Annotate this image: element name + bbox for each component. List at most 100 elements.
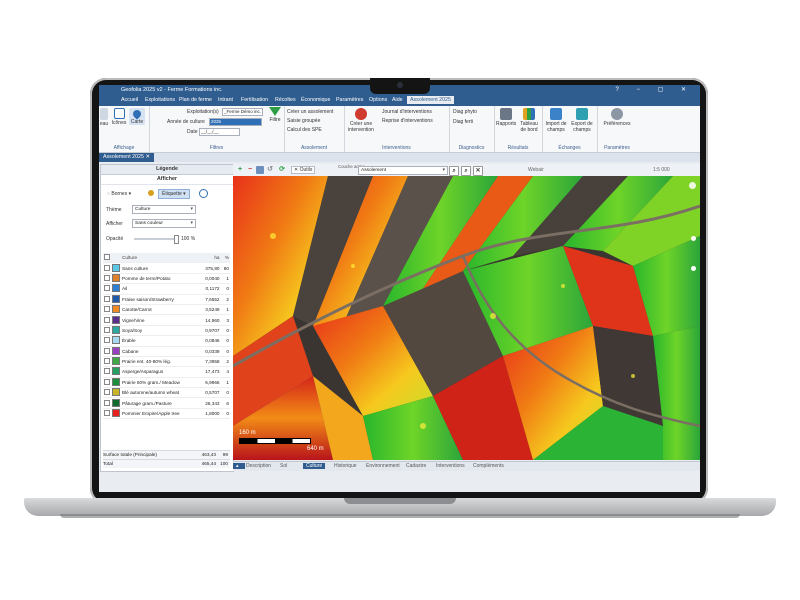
creer-intervention-button[interactable]: Créer une intervention (346, 108, 376, 133)
select-all-checkbox[interactable] (104, 254, 110, 261)
settings-icon[interactable] (199, 189, 208, 198)
menu-accueil[interactable]: Accueil (121, 97, 138, 103)
color-swatch[interactable] (112, 294, 120, 303)
row-checkbox[interactable] (104, 274, 110, 281)
tab-environnement[interactable]: Environnement (363, 463, 403, 469)
color-picker-icon[interactable] (148, 190, 154, 196)
color-swatch[interactable] (112, 284, 120, 293)
color-swatch[interactable] (112, 325, 120, 334)
color-swatch[interactable] (112, 377, 120, 386)
creer-assolement-button[interactable]: Créer un assolement (287, 109, 333, 115)
refresh-icon[interactable]: ⟳ (278, 166, 286, 174)
date-field[interactable]: __/__/__ (199, 128, 240, 136)
etiquette-toggle[interactable]: Étiquette ▾ (158, 189, 190, 199)
row-checkbox[interactable] (104, 368, 110, 375)
preferences-button[interactable]: Préférences (599, 108, 635, 127)
legend-row[interactable]: Pomme de terre/Potato 0,0040 1 (103, 273, 230, 285)
legend-row[interactable]: Asperge/Asparagus 17,473 4 (103, 366, 230, 378)
row-checkbox[interactable] (104, 326, 110, 333)
legend-row[interactable]: Prairie 60% gram./ Meadow 6,9966 1 (103, 377, 230, 389)
color-swatch[interactable] (112, 346, 120, 355)
legend-row[interactable]: Vigne/Vine 14,960 3 (103, 314, 230, 326)
tab-description[interactable]: Description (243, 463, 274, 469)
close-icon[interactable]: ✕ (473, 166, 483, 176)
color-swatch[interactable] (112, 357, 120, 366)
row-checkbox[interactable] (104, 337, 110, 344)
tab-sol[interactable]: Sol (277, 463, 290, 469)
menu-options[interactable]: Options (369, 97, 387, 103)
map-view[interactable]: 160 m 640 m (233, 176, 700, 460)
row-checkbox[interactable] (104, 295, 110, 302)
menu-parametres[interactable]: Paramètres (336, 97, 363, 103)
row-checkbox[interactable] (104, 285, 110, 292)
save-icon[interactable] (256, 166, 264, 174)
legend-row[interactable]: Sans culture 375,80 80 (103, 262, 230, 274)
row-checkbox[interactable] (104, 347, 110, 354)
color-swatch[interactable] (112, 398, 120, 407)
row-checkbox[interactable] (104, 264, 110, 271)
opacity-slider[interactable] (134, 238, 176, 240)
tab-complements[interactable]: Compléments (470, 463, 507, 469)
legend-row[interactable]: Pommier Empire/Apple tree 1,8000 0 (103, 408, 230, 420)
legend-row[interactable]: Érable 0,0846 0 (103, 335, 230, 347)
reprise-interventions-button[interactable]: Reprise d'interventions (382, 118, 433, 124)
color-swatch[interactable] (112, 273, 120, 282)
filter-button[interactable]: Filtre (267, 107, 283, 123)
legend-row[interactable]: Fraise saison/Strawberry 7,6552 2 (103, 294, 230, 305)
color-swatch[interactable] (112, 388, 120, 397)
color-swatch[interactable] (112, 263, 120, 272)
row-checkbox[interactable] (104, 358, 110, 365)
zoom-out-icon[interactable]: ⌕ (461, 166, 471, 176)
row-checkbox[interactable] (104, 389, 110, 396)
color-swatch[interactable] (112, 336, 120, 345)
col-culture-header[interactable]: Culture (121, 253, 200, 264)
compass-icon[interactable] (689, 182, 696, 189)
remove-icon[interactable]: − (246, 166, 254, 174)
menu-fertilisation[interactable]: Fertilisation (241, 97, 268, 103)
export-champs-button[interactable]: Export de champs (570, 108, 594, 133)
undo-icon[interactable]: ↺ (266, 166, 274, 174)
menu-plan-de-ferme[interactable]: Plan de ferme (179, 97, 212, 103)
menu-economique[interactable]: Économique (301, 97, 330, 103)
couche-select[interactable]: Assolement (358, 166, 448, 175)
legend-row[interactable]: Prairie ent. 40-80% lég. 7,3958 2 (103, 356, 230, 368)
color-swatch[interactable] (112, 367, 120, 376)
legend-row[interactable]: Pâturage gram./Pasture 26,343 6 (103, 397, 230, 409)
menu-aide[interactable]: Aide (392, 97, 403, 103)
legend-row[interactable]: Ail 0,1172 0 (103, 283, 230, 295)
menu-intrant[interactable]: Intrant (218, 97, 233, 103)
legend-row[interactable]: Carotte/Carrot 3,5249 1 (103, 304, 230, 316)
col-pct-header[interactable]: % (220, 253, 230, 264)
tab-assolement-2025[interactable]: Assolement 2025 ✕ (99, 153, 154, 162)
opacity-slider-handle[interactable] (174, 235, 179, 244)
zoom-in-icon[interactable]: ⌕ (449, 166, 459, 176)
bornes-toggle[interactable]: ◌ Bornes ▾ (107, 191, 131, 197)
row-checkbox[interactable] (104, 410, 110, 417)
zoom-control-icon[interactable] (691, 236, 696, 241)
row-checkbox[interactable] (104, 399, 110, 406)
calcul-spe-button[interactable]: Calcul des SPE (287, 127, 322, 133)
add-icon[interactable]: + (236, 166, 244, 174)
tab-culture[interactable]: Culture (303, 463, 326, 469)
map-view-button[interactable]: Carte (129, 108, 145, 125)
row-checkbox[interactable] (104, 316, 110, 323)
theme-select[interactable]: Culture (132, 205, 196, 214)
tab-historique[interactable]: Historique (331, 463, 360, 469)
ndvi-map[interactable] (233, 176, 700, 460)
locate-icon[interactable] (691, 266, 696, 271)
tab-cadastre[interactable]: Cadastre (403, 463, 429, 469)
afficher-select[interactable]: Sans couleur (132, 219, 196, 228)
legend-row[interactable]: Blé automne/autumn wheat 0,5707 0 (103, 387, 230, 399)
window-controls[interactable]: ? − ▢ ✕ (615, 86, 694, 93)
menu-exploitations[interactable]: Exploitations (145, 97, 175, 103)
rapports-button[interactable]: Rapports (496, 108, 516, 127)
journal-interventions-button[interactable]: Journal d'interventions (382, 109, 432, 115)
diag-phyto-button[interactable]: Diag phyto (453, 109, 477, 115)
legend-row[interactable]: Cabane 0,0339 0 (103, 346, 230, 357)
row-checkbox[interactable] (104, 306, 110, 313)
color-swatch[interactable] (112, 315, 120, 324)
menu-recoltes[interactable]: Récoltes (275, 97, 296, 103)
tableau-de-bord-button[interactable]: Tableau de bord (518, 108, 540, 133)
menu-assolement-2025[interactable]: Assolement 2025 (407, 96, 454, 104)
saisie-groupee-button[interactable]: Saisie groupée (287, 118, 320, 124)
